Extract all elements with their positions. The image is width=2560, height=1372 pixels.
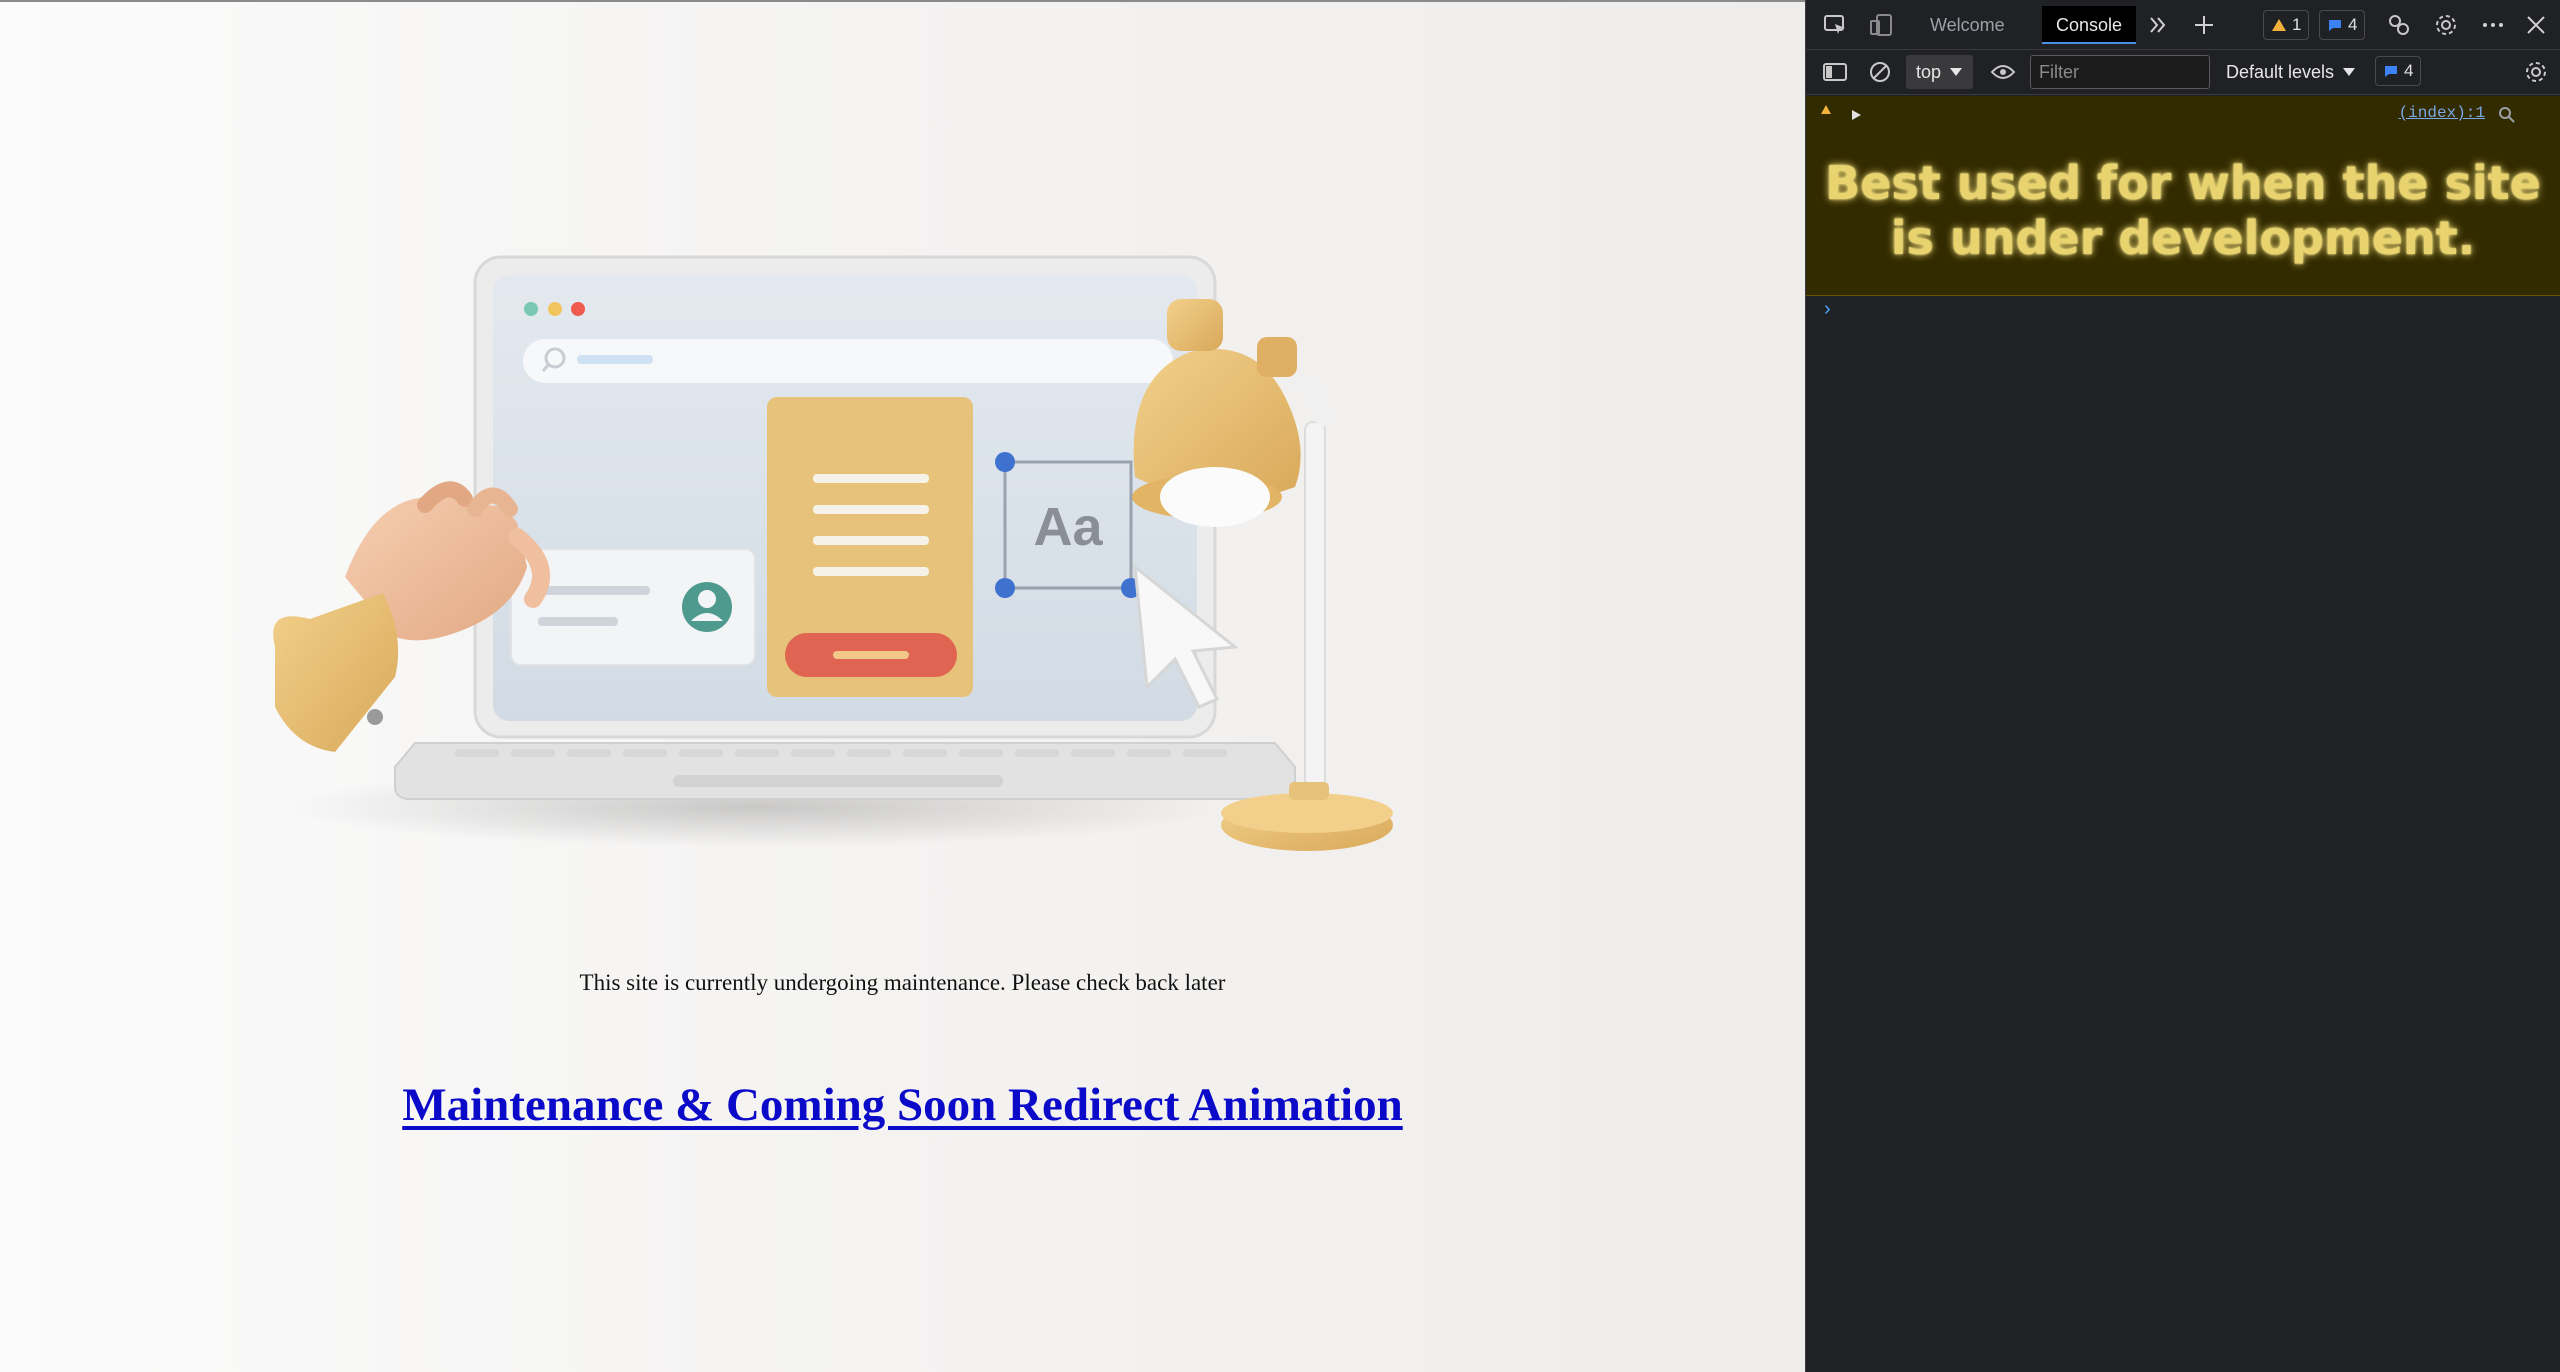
warning-icon <box>2272 19 2286 31</box>
console-settings-gear-icon[interactable] <box>2519 55 2553 89</box>
source-link[interactable]: (index):1 <box>2399 104 2485 122</box>
tab-welcome[interactable]: Welcome <box>1916 6 2019 44</box>
devtools-tab-bar: Welcome Console 1 4 <box>1806 0 2560 50</box>
more-options-icon[interactable] <box>2476 8 2510 42</box>
maintenance-message: This site is currently undergoing mainte… <box>579 970 1226 995</box>
messages-count: 4 <box>2348 15 2358 34</box>
messages-badge[interactable]: 4 <box>2319 10 2366 40</box>
device-emulation-icon[interactable] <box>1865 8 1899 42</box>
close-devtools-icon[interactable] <box>2519 8 2553 42</box>
console-warning-message: (index):1 Best used for when the site is… <box>1806 96 2560 296</box>
warning-line-2: is under development. <box>1890 211 2476 265</box>
message-icon <box>2385 66 2397 77</box>
warning-line-1: Best used for when the site <box>1825 156 2541 210</box>
search-icon[interactable] <box>2498 106 2516 124</box>
sidebar-toggle-icon[interactable] <box>1818 55 1852 89</box>
text-box-label: Aa <box>1033 497 1103 557</box>
title-link[interactable]: Maintenance & Coming Soon Redirect Anima… <box>0 1078 1805 1132</box>
clear-console-icon[interactable] <box>1863 55 1897 89</box>
issues-badge[interactable]: 4 <box>2375 56 2422 86</box>
console-prompt-chevron-icon[interactable]: › <box>1824 298 1831 321</box>
customize-icon[interactable] <box>2382 8 2416 42</box>
maintenance-illustration: Aa <box>273 255 1393 851</box>
log-levels-select[interactable]: Default levels <box>2226 55 2356 89</box>
tab-console[interactable]: Console <box>2042 6 2137 44</box>
context-select[interactable]: top <box>1906 55 1974 89</box>
warning-icon <box>1821 105 1831 114</box>
expand-triangle-icon[interactable] <box>1850 109 1862 121</box>
web-page: Aa This site is currently undergoing mai… <box>0 0 1805 1372</box>
warnings-count: 1 <box>2292 15 2302 34</box>
settings-gear-icon[interactable] <box>2429 8 2463 42</box>
message-icon <box>2329 20 2341 31</box>
warnings-badge[interactable]: 1 <box>2263 10 2310 40</box>
filter-input[interactable] <box>2030 55 2210 89</box>
issues-count: 4 <box>2404 61 2414 80</box>
chevron-down-icon <box>2343 68 2356 76</box>
more-tabs-icon[interactable] <box>2141 8 2175 42</box>
live-expression-eye-icon[interactable] <box>1986 55 2020 89</box>
warning-styled-text: Best used for when the site is under dev… <box>1806 156 2560 266</box>
add-tab-icon[interactable] <box>2187 8 2221 42</box>
log-levels-value: Default levels <box>2226 61 2335 82</box>
devtools-panel: Welcome Console 1 4 top Default levels 4… <box>1805 0 2560 1372</box>
context-value: top <box>1916 61 1942 82</box>
chevron-down-icon <box>1950 68 1963 76</box>
inspect-element-icon[interactable] <box>1818 8 1852 42</box>
